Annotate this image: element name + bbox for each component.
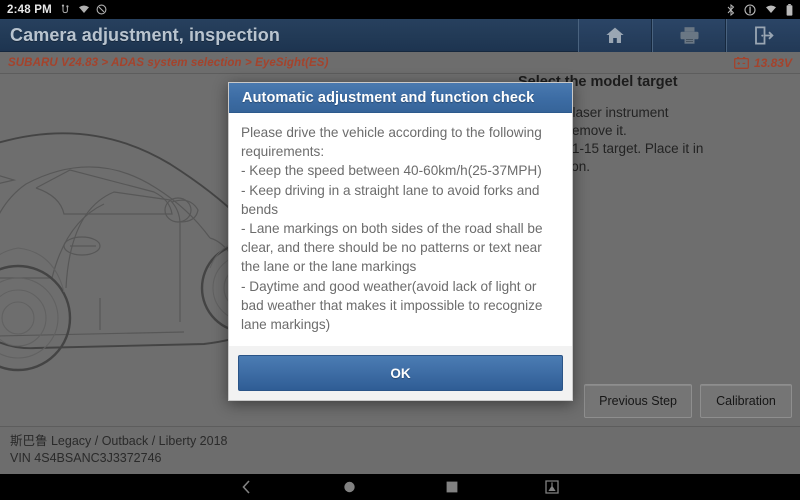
dialog-footer: OK	[229, 346, 572, 401]
automatic-adjustment-dialog: Automatic adjustment and function check …	[228, 82, 573, 402]
dialog-header: Automatic adjustment and function check	[229, 83, 572, 113]
ok-button[interactable]: OK	[238, 355, 563, 392]
tablet-screen: 2:48 PM Camera adjustment, inspection SU…	[0, 0, 800, 500]
dialog-message: Please drive the vehicle according to th…	[241, 125, 543, 333]
dialog-title: Automatic adjustment and function check	[242, 89, 535, 106]
dialog-body: Please drive the vehicle according to th…	[229, 113, 572, 347]
